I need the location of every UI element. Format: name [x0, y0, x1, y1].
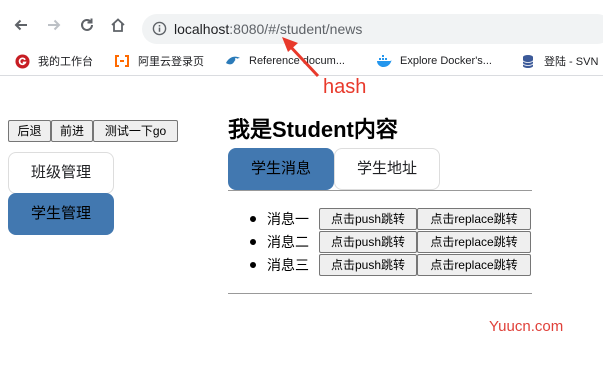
bullet: [250, 262, 256, 268]
annotation-arrow-icon: [282, 37, 320, 78]
bookmark-svn[interactable]: 登陆 - SVN: [520, 52, 598, 70]
bookmark-label: Explore Docker's...: [400, 55, 492, 67]
url-text: localhost:8080/#/student/news: [174, 20, 362, 38]
bookmark-label: 登陆 - SVN: [544, 56, 599, 68]
watermark: Yuucn.com: [489, 318, 564, 335]
sidebar-item-student-management[interactable]: 学生管理: [8, 193, 114, 235]
docker-icon: [376, 53, 392, 69]
test-go-button[interactable]: 测试一下go: [93, 120, 178, 142]
list-item: 消息三 点击push跳转 点击replace跳转: [250, 254, 540, 276]
forward-arrow-icon[interactable]: [43, 14, 65, 36]
page-title: 我是Student内容: [228, 117, 398, 142]
bookmark-label: 阿里云登录页: [138, 56, 204, 68]
back-arrow-icon[interactable]: [10, 14, 32, 36]
sidebar-item-class-management[interactable]: 班级管理: [8, 152, 114, 194]
bookmark-docker[interactable]: Explore Docker's...: [376, 52, 492, 70]
news-text: 消息一: [267, 211, 309, 227]
url-host: localhost: [174, 21, 230, 37]
push-button[interactable]: 点击push跳转: [319, 208, 417, 230]
news-text: 消息二: [267, 234, 309, 250]
list-item: 消息二 点击push跳转 点击replace跳转: [250, 231, 540, 253]
bullet: [250, 239, 256, 245]
bullet: [250, 216, 256, 222]
divider-top: [228, 190, 532, 191]
replace-button[interactable]: 点击replace跳转: [417, 231, 531, 253]
back-button[interactable]: 后退: [8, 120, 51, 142]
address-bar[interactable]: localhost:8080/#/student/news: [142, 14, 603, 44]
tab-student-address[interactable]: 学生地址: [334, 148, 440, 190]
reload-icon[interactable]: [76, 14, 98, 36]
replace-button[interactable]: 点击replace跳转: [417, 254, 531, 276]
bookmark-workbench[interactable]: 我的工作台: [14, 52, 93, 70]
aliyun-icon: [114, 53, 130, 69]
list-item: 消息一 点击push跳转 点击replace跳转: [250, 208, 540, 230]
forward-button[interactable]: 前进: [51, 120, 93, 142]
hash-annotation-label: hash: [323, 76, 367, 98]
g-icon: [14, 53, 30, 69]
divider-bottom: [228, 293, 532, 294]
bookmark-aliyun[interactable]: 阿里云登录页: [114, 52, 204, 70]
bookmark-label: 我的工作台: [38, 56, 93, 68]
info-icon[interactable]: [152, 21, 167, 40]
push-button[interactable]: 点击push跳转: [319, 254, 417, 276]
home-icon[interactable]: [107, 14, 129, 36]
bird-icon: [225, 53, 241, 69]
tab-student-news[interactable]: 学生消息: [228, 148, 334, 190]
replace-button[interactable]: 点击replace跳转: [417, 208, 531, 230]
push-button[interactable]: 点击push跳转: [319, 231, 417, 253]
news-text: 消息三: [267, 257, 309, 273]
database-icon: [520, 53, 536, 69]
